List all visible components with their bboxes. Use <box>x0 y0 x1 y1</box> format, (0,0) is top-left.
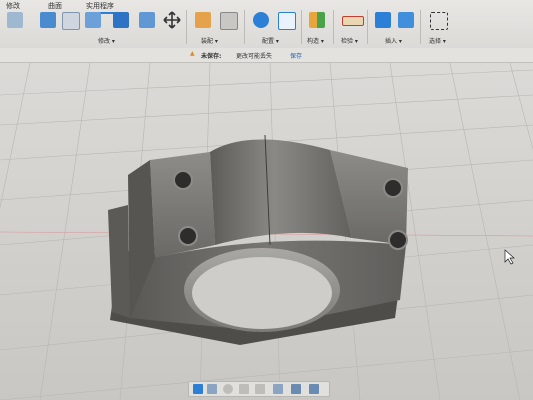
group-modify-label[interactable]: 修改 ▾ <box>98 36 115 45</box>
sketch-icon[interactable] <box>7 12 23 28</box>
combine-icon[interactable] <box>113 12 129 28</box>
fit-icon[interactable] <box>255 384 265 394</box>
unsaved-notice-bar: ▲ 未保存: 更改可能丢失 保存 <box>0 48 533 63</box>
viewports-icon[interactable] <box>309 384 319 394</box>
bolt-hole[interactable] <box>388 230 408 250</box>
warning-icon: ▲ <box>190 50 195 57</box>
group-insert-label[interactable]: 插入 ▾ <box>385 36 402 45</box>
joint-icon[interactable] <box>195 12 211 28</box>
image-icon[interactable] <box>398 12 414 28</box>
unsaved-message: 更改可能丢失 <box>236 53 273 60</box>
group-assemble-label[interactable]: 装配 ▾ <box>201 36 218 45</box>
save-link[interactable]: 保存 <box>290 51 302 60</box>
fillet-icon[interactable] <box>62 12 80 30</box>
bolt-hole[interactable] <box>383 178 403 198</box>
unsaved-label: 未保存: <box>201 53 222 60</box>
display-settings-icon[interactable] <box>273 384 283 394</box>
select-icon[interactable] <box>430 12 448 30</box>
push-pull-icon[interactable] <box>40 12 56 28</box>
separator <box>301 10 302 44</box>
orbit-icon[interactable] <box>193 384 203 394</box>
separator <box>420 10 421 44</box>
separator <box>244 10 245 44</box>
group-inspect-label[interactable]: 检验 ▾ <box>341 36 358 45</box>
rigid-group-icon[interactable] <box>220 12 238 30</box>
group-construct-label[interactable]: 构造 ▾ <box>307 36 324 45</box>
separator <box>367 10 368 44</box>
zoom-icon[interactable] <box>239 384 249 394</box>
look-at-icon[interactable] <box>207 384 217 394</box>
viewport-canvas[interactable] <box>0 63 533 400</box>
tab-modify[interactable]: 修改 <box>6 1 20 11</box>
measure-icon[interactable] <box>342 16 364 26</box>
text-icon[interactable] <box>375 12 391 28</box>
shell-icon[interactable] <box>85 12 101 28</box>
separator <box>333 10 334 44</box>
parameters-icon[interactable] <box>253 12 269 28</box>
offset-plane-icon[interactable] <box>309 12 325 28</box>
group-configure-label[interactable]: 配置 ▾ <box>262 36 279 45</box>
group-select-label[interactable]: 选择 ▾ <box>429 36 446 45</box>
tab-surface[interactable]: 曲面 <box>48 1 62 11</box>
grid-settings-icon[interactable] <box>291 384 301 394</box>
move-icon[interactable] <box>163 11 181 29</box>
pan-icon[interactable] <box>223 384 233 394</box>
table-icon[interactable] <box>278 12 296 30</box>
navigation-bar <box>188 381 330 397</box>
bolt-hole[interactable] <box>173 170 193 190</box>
bolt-hole[interactable] <box>178 226 198 246</box>
separator <box>186 10 187 44</box>
split-icon[interactable] <box>139 12 155 28</box>
toolbar: 修改 曲面 实用程序 修改 ▾ 装配 ▾ 配置 ▾ 构造 ▾ 检验 ▾ 插入 ▾… <box>0 0 533 49</box>
